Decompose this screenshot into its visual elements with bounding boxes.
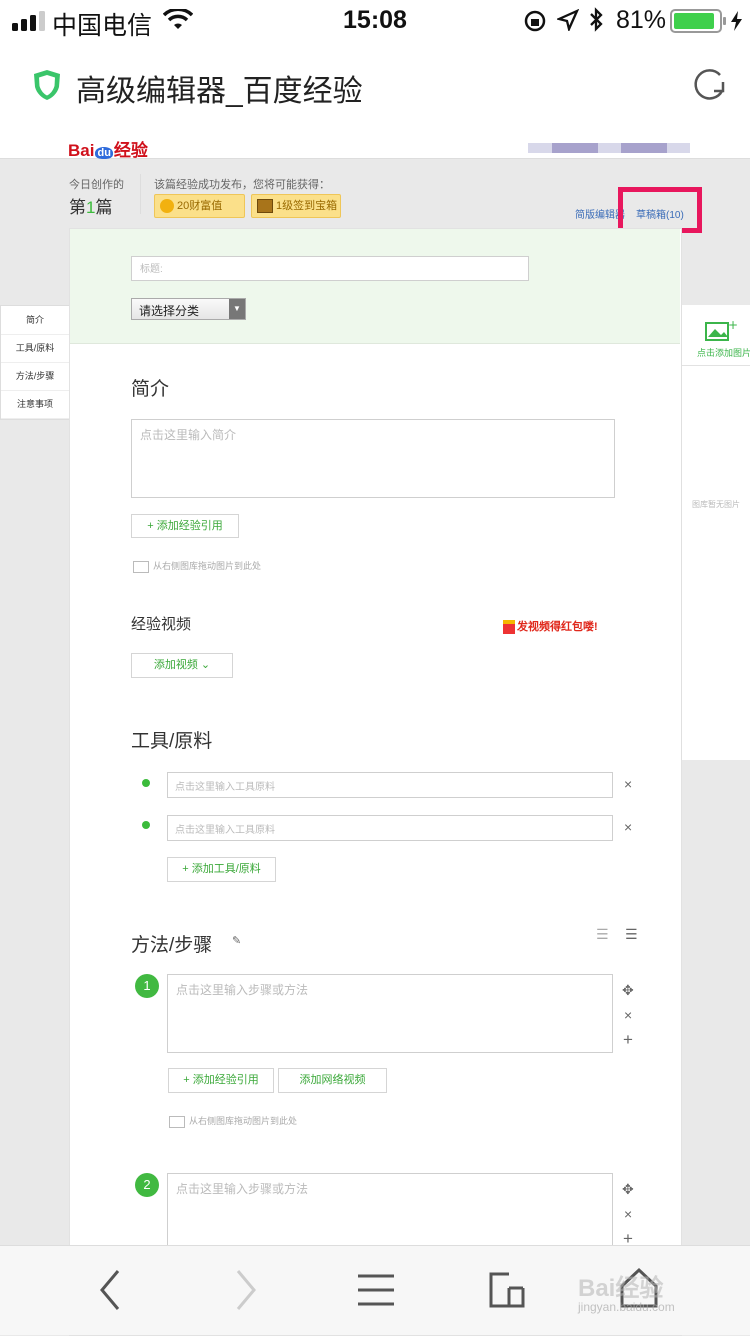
red-envelope-icon xyxy=(503,620,515,635)
bullet-dot xyxy=(142,779,150,787)
step-1-input[interactable]: 点击这里输入步骤或方法 xyxy=(167,974,613,1053)
add-web-video-button[interactable]: 添加网络视频 xyxy=(278,1068,387,1093)
chest-reward-badge: 1级签到宝箱 xyxy=(251,194,341,218)
bluetooth-icon xyxy=(590,7,603,32)
highlight-box xyxy=(618,187,702,233)
video-heading: 经验视频 xyxy=(131,616,192,633)
editor-header xyxy=(70,229,680,344)
bullet-dot xyxy=(142,821,150,829)
side-nav: 简介 工具/原料 方法/步骤 注意事项 xyxy=(0,305,70,420)
add-tool-button[interactable]: + 添加工具/原料 xyxy=(167,857,276,882)
refresh-icon[interactable] xyxy=(690,67,730,103)
coin-reward-badge: 20财富值 xyxy=(154,194,245,218)
add-step-icon[interactable]: + xyxy=(623,1030,633,1050)
location-icon xyxy=(557,9,579,31)
add-image-button[interactable]: + 点击添加图片 xyxy=(682,305,750,366)
tabs-icon[interactable] xyxy=(487,1270,527,1310)
step-number-2: 2 xyxy=(135,1173,159,1197)
watermark-url: jingyan.baidu.com xyxy=(578,1300,675,1314)
today-count-value: 第1篇 xyxy=(69,198,113,217)
image-icon xyxy=(169,1115,185,1128)
intro-input[interactable]: 点击这里输入简介 xyxy=(131,419,615,498)
image-icon xyxy=(133,560,149,573)
pencil-icon[interactable]: ✎ xyxy=(232,934,241,947)
baidu-logo[interactable]: Bai du 经验 xyxy=(68,136,148,161)
bullet-list-icon[interactable]: ☰ xyxy=(625,926,638,943)
tool-input-2[interactable]: 点击这里输入工具原料 xyxy=(167,815,613,841)
treasure-chest-icon xyxy=(257,199,273,214)
numbered-list-icon[interactable]: ☰ xyxy=(596,926,609,943)
menu-icon[interactable] xyxy=(356,1272,396,1308)
browser-toolbar: Bai经验 jingyan.baidu.com xyxy=(0,1245,750,1335)
add-image-icon: + xyxy=(705,318,738,341)
step-2-input[interactable]: 点击这里输入步骤或方法 xyxy=(167,1173,613,1252)
drag-hint: 从右侧图库拖动图片到此处 xyxy=(133,559,261,573)
today-count-label: 今日创作的 xyxy=(69,179,124,191)
page-title: 高级编辑器_百度经验 xyxy=(76,75,363,108)
sidenav-item-steps[interactable]: 方法/步骤 xyxy=(1,363,69,391)
chevron-down-icon: ▼ xyxy=(229,299,245,319)
battery-percent: 81% xyxy=(616,6,667,34)
svg-text:+: + xyxy=(728,318,738,332)
watermark: Bai经验 xyxy=(578,1275,664,1302)
coin-icon xyxy=(160,199,174,214)
title-input[interactable]: 标题: xyxy=(131,256,529,281)
status-bar: 中国电信 15:08 81% xyxy=(0,0,750,40)
tool-input-1[interactable]: 点击这里输入工具原料 xyxy=(167,772,613,798)
move-icon[interactable]: ✥ xyxy=(622,1181,634,1198)
remove-tool-2-icon[interactable]: × xyxy=(624,819,632,835)
sidenav-item-tools[interactable]: 工具/原料 xyxy=(1,335,69,363)
add-reference-button[interactable]: + 添加经验引用 xyxy=(131,514,239,538)
remove-step-2-icon[interactable]: × xyxy=(624,1206,632,1222)
intro-heading: 简介 xyxy=(131,379,170,400)
empty-library-text: 图库暂无图片 xyxy=(692,500,740,509)
sidenav-item-intro[interactable]: 简介 xyxy=(1,306,69,335)
rotation-lock-icon xyxy=(524,10,546,32)
reward-label: 该篇经验成功发布，您将可能获得： xyxy=(154,179,330,191)
shield-icon xyxy=(34,70,60,100)
remove-step-1-icon[interactable]: × xyxy=(624,1007,632,1023)
video-promo[interactable]: 发视频得红包喽! xyxy=(503,618,598,635)
step-add-reference-button[interactable]: + 添加经验引用 xyxy=(168,1068,274,1093)
sidenav-item-notes[interactable]: 注意事项 xyxy=(1,391,69,419)
browser-title-bar: 高级编辑器_百度经验 xyxy=(0,40,750,128)
battery-icon xyxy=(670,9,742,33)
back-icon[interactable] xyxy=(96,1268,126,1312)
image-library-panel: + 点击添加图片 图库暂无图片 xyxy=(681,305,750,760)
add-video-button[interactable]: 添加视频 ⌄ xyxy=(131,653,233,678)
steps-heading: 方法/步骤 xyxy=(131,935,213,956)
site-header: Bai du 经验 xyxy=(0,128,750,161)
forward-icon[interactable] xyxy=(230,1268,260,1312)
step-drag-hint: 从右侧图库拖动图片到此处 xyxy=(169,1114,297,1128)
remove-tool-1-icon[interactable]: × xyxy=(624,776,632,792)
tools-heading: 工具/原料 xyxy=(131,731,213,752)
category-select[interactable]: 请选择分类 ▼ xyxy=(131,298,246,320)
step-number-1: 1 xyxy=(135,974,159,998)
move-icon[interactable]: ✥ xyxy=(622,982,634,999)
